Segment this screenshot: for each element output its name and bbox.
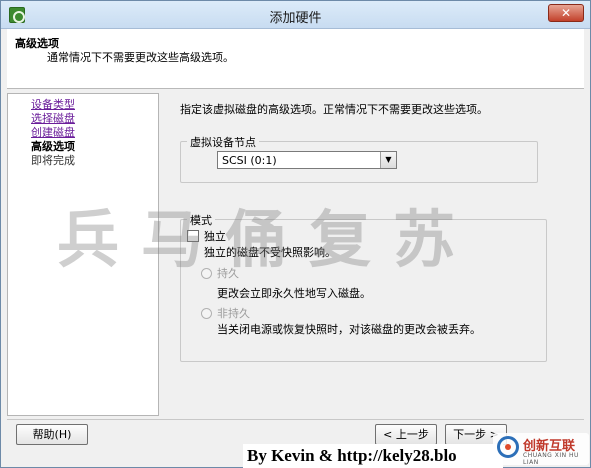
nonpersistent-label[interactable]: 非持久 [217,307,250,320]
close-button[interactable]: ✕ [548,4,584,22]
mode-label: 模式 [187,212,215,228]
device-node-label: 虚拟设备节点 [187,134,259,150]
back-button[interactable]: < 上一步 [375,424,437,445]
independent-label[interactable]: 独立 [204,230,226,243]
independent-description: 独立的磁盘不受快照影响。 [204,246,336,259]
footer-divider [7,419,584,420]
page-header: 高级选项 通常情况下不需要更改这些高级选项。 [7,29,584,89]
step-advanced-options: 高级选项 [31,140,75,153]
help-button[interactable]: 帮助(H) [16,424,88,445]
intro-text: 指定该虚拟磁盘的高级选项。正常情况下不需要更改这些选项。 [180,103,488,116]
persistent-description: 更改会立即永久性地写入磁盘。 [217,287,371,300]
author-credit: By Kevin & http://kely28.blo [243,444,503,468]
nonpersistent-radio[interactable] [201,308,212,319]
title-bar[interactable]: 添加硬件 ✕ [1,1,590,29]
wizard-steps: 设备类型 选择磁盘 创建磁盘 高级选项 即将完成 [7,93,159,416]
step-device-type[interactable]: 设备类型 [31,98,75,111]
persistent-radio[interactable] [201,268,212,279]
independent-checkbox[interactable] [187,230,199,242]
chevron-down-icon[interactable]: ▼ [380,152,396,168]
main-panel: 指定该虚拟磁盘的高级选项。正常情况下不需要更改这些选项。 虚拟设备节点 SCSI… [167,93,585,416]
persistent-label[interactable]: 持久 [217,267,239,280]
brand-icon [497,436,519,458]
step-select-disk[interactable]: 选择磁盘 [31,112,75,125]
brand-logo: 创新互联 CHUANG XIN HU LIAN [493,433,589,466]
step-ready-to-complete: 即将完成 [31,154,75,167]
step-create-disk[interactable]: 创建磁盘 [31,126,75,139]
window-title: 添加硬件 [269,11,322,26]
brand-subtitle: CHUANG XIN HU LIAN [523,452,579,466]
device-node-select[interactable]: SCSI (0:1) ▼ [217,151,397,169]
page-subtitle: 通常情况下不需要更改这些高级选项。 [47,51,234,64]
device-node-value: SCSI (0:1) [222,154,277,167]
add-hardware-dialog: 添加硬件 ✕ 高级选项 通常情况下不需要更改这些高级选项。 设备类型 选择磁盘 … [0,0,591,468]
nonpersistent-description: 当关闭电源或恢复快照时，对该磁盘的更改会被丢弃。 [217,323,481,336]
